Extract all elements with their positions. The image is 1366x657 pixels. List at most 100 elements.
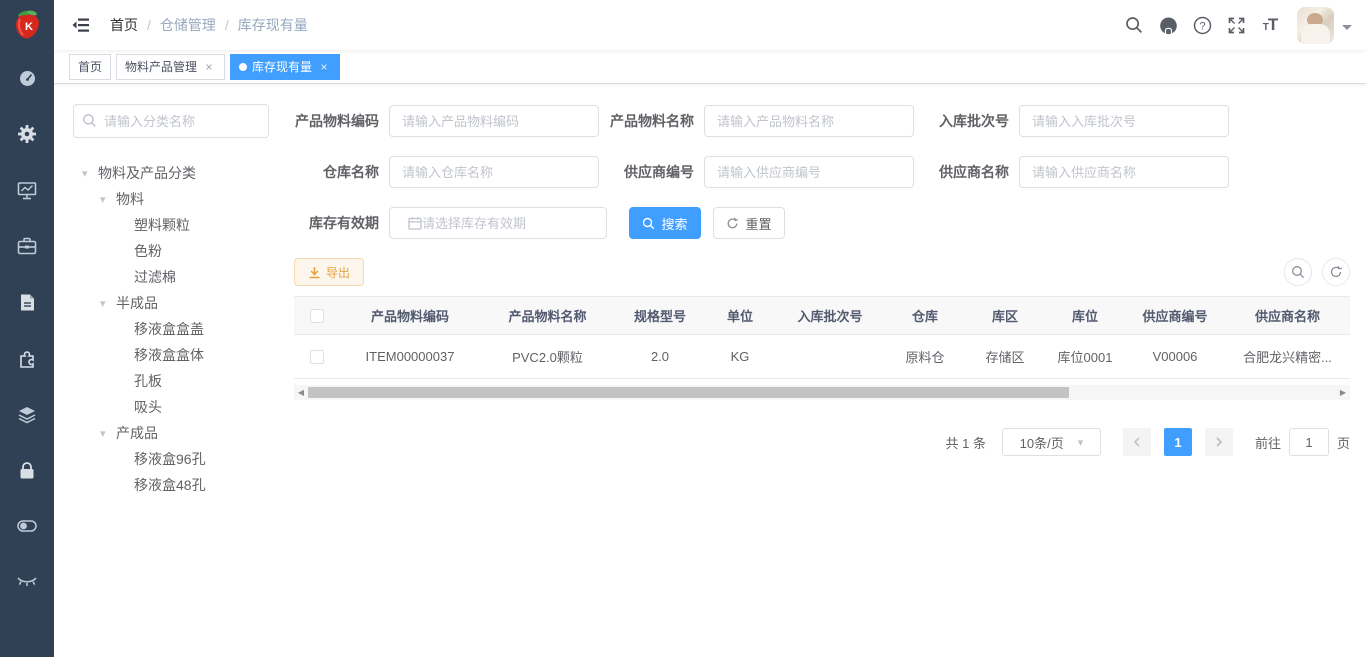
- svg-text:?: ?: [1199, 20, 1205, 32]
- tree-node[interactable]: 色粉: [73, 238, 294, 264]
- tree-node[interactable]: 孔板: [73, 368, 294, 394]
- table-cell: 合肥龙兴精密...: [1225, 335, 1350, 379]
- toggle-icon: [17, 520, 37, 532]
- caret-down-icon[interactable]: ▾: [100, 427, 116, 440]
- breadcrumb: 首页/仓储管理/库存现有量: [110, 15, 308, 35]
- supplier-code-field: 供应商编号: [609, 156, 914, 188]
- sidebar-item-dashboard[interactable]: [0, 50, 54, 106]
- warehouse-name-input[interactable]: [389, 156, 599, 188]
- dashboard-icon: [18, 69, 37, 88]
- question-button[interactable]: ?: [1185, 0, 1219, 50]
- caret-down-icon[interactable]: ▾: [100, 193, 116, 206]
- table-cell: 原料仓: [885, 335, 965, 379]
- product-material-name-input[interactable]: [704, 105, 914, 137]
- warehouse-name-field: 仓库名称: [294, 156, 599, 188]
- sidebar-collapse-button[interactable]: [70, 14, 92, 36]
- font-size-button[interactable]: TT: [1253, 0, 1287, 50]
- scroll-left-arrow[interactable]: ◀: [294, 385, 308, 400]
- sidebar-item-lock[interactable]: [0, 442, 54, 498]
- next-page-button[interactable]: [1205, 428, 1233, 456]
- filter-form: 产品物料编码产品物料名称入库批次号仓库名称供应商编号供应商名称库存有效期搜索重置: [294, 105, 1350, 239]
- breadcrumb-item[interactable]: 库存现有量: [238, 15, 308, 35]
- horizontal-scrollbar[interactable]: ◀ ▶: [294, 385, 1350, 400]
- page-number-button[interactable]: 1: [1164, 428, 1192, 456]
- supplier-code-input[interactable]: [704, 156, 914, 188]
- sidebar-item-toolbox[interactable]: [0, 218, 54, 274]
- goto-page-input[interactable]: [1289, 428, 1329, 456]
- tab-label: 首页: [78, 58, 102, 75]
- page-size-select[interactable]: 10条/页 ▾: [1002, 428, 1101, 456]
- sidebar-item-plugin[interactable]: [0, 330, 54, 386]
- download-icon: [308, 266, 321, 279]
- tree-node[interactable]: 移液盒盒盖: [73, 316, 294, 342]
- sidebar-item-layers[interactable]: [0, 386, 54, 442]
- scrollbar-thumb[interactable]: [308, 387, 1069, 398]
- tree-node[interactable]: 移液盒盒体: [73, 342, 294, 368]
- tree-node-label: 移液盒96孔: [134, 449, 206, 469]
- github-button[interactable]: [1151, 0, 1185, 50]
- sidebar-item-document[interactable]: [0, 274, 54, 330]
- breadcrumb-item[interactable]: 仓储管理: [160, 15, 216, 35]
- breadcrumb-item[interactable]: 首页: [110, 15, 138, 35]
- user-avatar[interactable]: [1297, 7, 1334, 44]
- tab-首页[interactable]: 首页: [69, 54, 111, 80]
- export-button[interactable]: 导出: [294, 258, 364, 286]
- inbound-batch-no-field: 入库批次号: [924, 105, 1229, 137]
- toggle-search-button[interactable]: [1284, 258, 1312, 286]
- filter-form-row: 产品物料编码产品物料名称入库批次号: [294, 105, 1350, 137]
- refresh-button[interactable]: [1322, 258, 1350, 286]
- close-icon[interactable]: ×: [317, 60, 331, 74]
- tree-node[interactable]: ▾物料及产品分类: [73, 160, 294, 186]
- app-root: K 首页/仓储管理/库存现有量 ?TT 首页物料产品管理×库存现有量×: [0, 0, 1366, 657]
- sidebar-item-settings[interactable]: [0, 106, 54, 162]
- category-search-input[interactable]: [73, 104, 269, 138]
- app-logo[interactable]: K: [0, 0, 54, 50]
- search-button[interactable]: 搜索: [629, 207, 701, 239]
- tab-库存现有量[interactable]: 库存现有量×: [230, 54, 340, 80]
- fullscreen-button[interactable]: [1219, 0, 1253, 50]
- sidebar-item-eye-closed[interactable]: [0, 554, 54, 610]
- tree-node-label: 移液盒盒体: [134, 345, 204, 365]
- column-header-入库批次号: 入库批次号: [775, 297, 885, 335]
- table-cell: 库位0001: [1045, 335, 1125, 379]
- close-icon[interactable]: ×: [202, 60, 216, 74]
- inbound-batch-no-input[interactable]: [1019, 105, 1229, 137]
- product-material-code-input[interactable]: [389, 105, 599, 137]
- sidebar-item-toggle[interactable]: [0, 498, 54, 554]
- tree-node[interactable]: 移液盒96孔: [73, 446, 294, 472]
- chevron-down-icon[interactable]: [1342, 25, 1352, 35]
- product-material-code-field: 产品物料编码: [294, 105, 599, 137]
- tree-node[interactable]: 吸头: [73, 394, 294, 420]
- calendar-icon: [408, 216, 422, 235]
- tree-node[interactable]: 移液盒48孔: [73, 472, 294, 498]
- supplier-name-field: 供应商名称: [924, 156, 1229, 188]
- warehouse-name-label: 仓库名称: [294, 162, 389, 182]
- eye-closed-icon: [16, 576, 38, 588]
- sidebar-item-monitor-chart[interactable]: [0, 162, 54, 218]
- scrollbar-track[interactable]: [308, 385, 1336, 400]
- tab-物料产品管理[interactable]: 物料产品管理×: [116, 54, 225, 80]
- table-header-row: 产品物料编码产品物料名称规格型号单位入库批次号仓库库区库位供应商编号供应商名称: [294, 297, 1350, 335]
- tree-node[interactable]: ▾半成品: [73, 290, 294, 316]
- search-icon: [1291, 265, 1305, 279]
- table-cell: PVC2.0颗粒: [480, 335, 615, 379]
- caret-down-icon[interactable]: ▾: [100, 297, 116, 310]
- filter-form-row: 仓库名称 供应商编号供应商名称: [294, 156, 1350, 188]
- tree-node[interactable]: ▾物料: [73, 186, 294, 212]
- column-header-产品物料名称: 产品物料名称: [480, 297, 615, 335]
- supplier-name-input[interactable]: [1019, 156, 1229, 188]
- search-icon: [82, 113, 97, 133]
- scroll-right-arrow[interactable]: ▶: [1336, 385, 1350, 400]
- row-checkbox[interactable]: [310, 350, 324, 364]
- tree-node[interactable]: 塑料颗粒: [73, 212, 294, 238]
- tree-node[interactable]: ▾产成品: [73, 420, 294, 446]
- tree-node-label: 半成品: [116, 293, 158, 313]
- reset-button[interactable]: 重置: [713, 207, 785, 239]
- caret-down-icon[interactable]: ▾: [82, 167, 98, 180]
- select-all-checkbox[interactable]: [310, 309, 324, 323]
- search-button[interactable]: [1117, 0, 1151, 50]
- inventory-table: 产品物料编码产品物料名称规格型号单位入库批次号仓库库区库位供应商编号供应商名称 …: [294, 296, 1350, 379]
- goto-label: 前往: [1255, 433, 1281, 452]
- prev-page-button[interactable]: [1123, 428, 1151, 456]
- tree-node[interactable]: 过滤棉: [73, 264, 294, 290]
